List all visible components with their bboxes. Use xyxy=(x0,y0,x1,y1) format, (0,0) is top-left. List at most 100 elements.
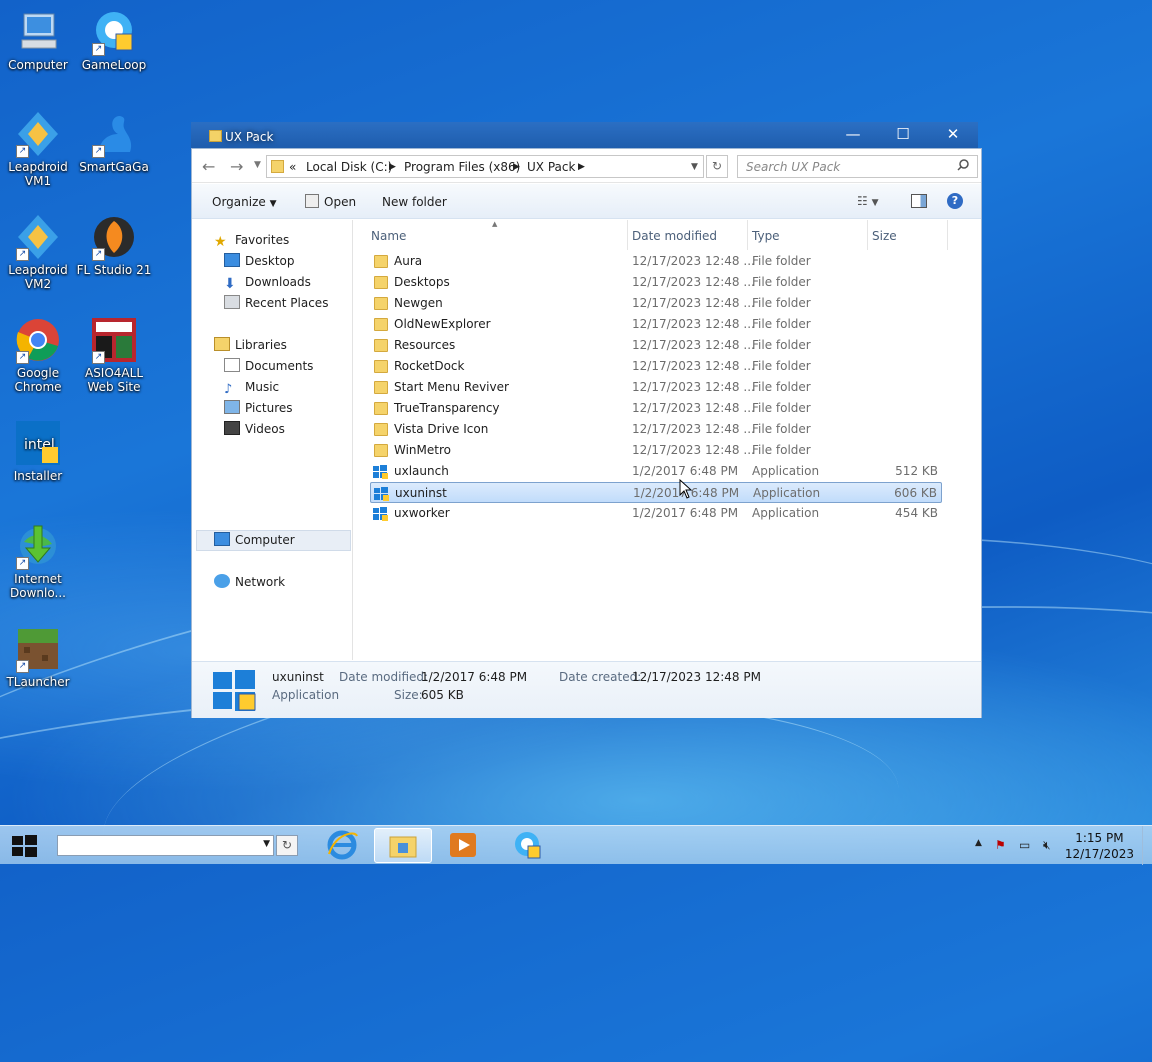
nav-videos[interactable]: Videos xyxy=(224,419,285,439)
desktop-icon-leapdroid-vm1[interactable]: ↗ Leapdroid VM1 xyxy=(0,110,76,188)
nav-documents[interactable]: Documents xyxy=(224,356,313,376)
folder-icon xyxy=(374,276,388,289)
maximize-button[interactable]: ☐ xyxy=(881,124,925,146)
breadcrumb-separator-icon[interactable]: ▶ xyxy=(578,162,585,172)
file-row[interactable]: Desktops 12/17/2023 12:48 ... File folder xyxy=(370,272,942,293)
file-type: File folder xyxy=(752,422,811,436)
address-dropdown-chevron-icon[interactable]: ▼ xyxy=(691,162,698,172)
nav-downloads[interactable]: ⬇ Downloads xyxy=(224,272,311,292)
taskbar-file-explorer[interactable] xyxy=(374,828,432,863)
recent-pages-chevron-icon[interactable]: ▼ xyxy=(254,160,261,170)
desktop-icon-asio4all[interactable]: ↗ ASIO4ALL Web Site xyxy=(76,316,152,394)
file-row[interactable]: uxworker 1/2/2017 6:48 PM Application 454 K… xyxy=(370,503,942,524)
file-row[interactable]: Newgen 12/17/2023 12:48 ... File folder xyxy=(370,293,942,314)
back-button[interactable]: ← xyxy=(202,157,215,176)
file-row[interactable]: Resources 12/17/2023 12:48 ... File folder xyxy=(370,335,942,356)
folder-icon xyxy=(374,318,388,331)
network-tray-icon[interactable]: ▭ xyxy=(1019,838,1030,852)
breadcrumb-local-disk[interactable]: Local Disk (C:) xyxy=(306,160,392,174)
open-button[interactable]: Open xyxy=(324,195,356,209)
file-row[interactable]: OldNewExplorer 12/17/2023 12:48 ... File f… xyxy=(370,314,942,335)
system-clock[interactable]: 1:15 PM 12/17/2023 xyxy=(1065,830,1134,862)
volume-muted-icon[interactable]: 🔇︎ xyxy=(1043,838,1051,853)
nav-computer[interactable]: Computer xyxy=(214,530,295,550)
fl-studio-icon: ↗ xyxy=(90,213,138,261)
column-divider[interactable] xyxy=(947,220,948,250)
action-center-flag-icon[interactable]: ⚑ xyxy=(995,838,1006,852)
desktop-icon-label: SmartGaGa xyxy=(79,160,149,174)
file-row[interactable]: uxuninst 1/2/2017 6:48 PM Application 606 K… xyxy=(370,482,942,503)
taskbar-media-player[interactable] xyxy=(434,828,492,863)
show-hidden-icons-chevron-icon[interactable]: ▲ xyxy=(975,838,982,848)
minimize-button[interactable]: — xyxy=(831,124,875,146)
file-row[interactable]: Start Menu Reviver 12/17/2023 12:48 ... Fi… xyxy=(370,377,942,398)
details-file-name: uxuninst xyxy=(272,670,324,684)
file-size: 606 KB xyxy=(894,486,937,500)
breadcrumb-ux-pack[interactable]: UX Pack xyxy=(527,160,575,174)
desktop-icon-fl-studio[interactable]: ↗ FL Studio 21 xyxy=(76,213,152,277)
taskbar-refresh-button[interactable]: ↻ xyxy=(276,835,298,856)
open-icon xyxy=(305,194,319,208)
search-input[interactable]: Search UX Pack xyxy=(737,155,978,178)
desktop-icon-leapdroid-vm2[interactable]: ↗ Leapdroid VM2 xyxy=(0,213,76,291)
file-row[interactable]: Aura 12/17/2023 12:48 ... File folder xyxy=(370,251,942,272)
file-row[interactable]: WinMetro 12/17/2023 12:48 ... File folder xyxy=(370,440,942,461)
nav-favorites[interactable]: ★ Favorites xyxy=(214,230,289,250)
help-icon[interactable]: ? xyxy=(947,193,963,209)
breadcrumb[interactable]: « Local Disk (C:) ▶ Program Files (x86) … xyxy=(266,155,704,178)
column-header-name[interactable]: Name xyxy=(371,229,406,243)
taskbar-gameloop[interactable] xyxy=(498,828,556,863)
file-row[interactable]: uxlaunch 1/2/2017 6:48 PM Application 512 K… xyxy=(370,461,942,482)
organize-button[interactable]: Organize ▼ xyxy=(212,195,277,209)
nav-recent-places[interactable]: Recent Places xyxy=(224,293,328,313)
column-header-date[interactable]: Date modified xyxy=(632,229,717,243)
desktop-icon-gameloop[interactable]: ↗ GameLoop xyxy=(76,8,152,72)
taskbar-address-input[interactable]: ▼ xyxy=(57,835,274,856)
file-type: Application xyxy=(752,464,820,478)
gameloop-icon xyxy=(515,832,541,859)
forward-button[interactable]: → xyxy=(230,157,243,176)
desktop-icon-installer[interactable]: intel Installer xyxy=(0,419,76,483)
breadcrumb-overflow[interactable]: « xyxy=(289,160,296,174)
view-options-icon[interactable]: ☷ ▼ xyxy=(857,194,879,208)
new-folder-button[interactable]: New folder xyxy=(382,195,447,209)
chevron-down-icon[interactable]: ▼ xyxy=(263,839,270,849)
column-divider[interactable] xyxy=(627,220,628,250)
navigation-pane: ★ Favorites Desktop ⬇ Downloads Recent Pla… xyxy=(192,220,353,660)
column-divider[interactable] xyxy=(867,220,868,250)
breadcrumb-separator-icon[interactable]: ▶ xyxy=(389,162,396,172)
file-row[interactable]: RocketDock 12/17/2023 12:48 ... File folde… xyxy=(370,356,942,377)
preview-pane-icon[interactable] xyxy=(911,194,927,208)
nav-network[interactable]: Network xyxy=(214,572,285,592)
desktop-icon-computer[interactable]: Computer xyxy=(0,8,76,72)
desktop-icon-smartgaga[interactable]: ↗ SmartGaGa xyxy=(76,110,152,174)
breadcrumb-separator-icon[interactable]: ▶ xyxy=(513,162,520,172)
show-desktop-button[interactable] xyxy=(1142,826,1152,865)
shortcut-arrow-icon: ↗ xyxy=(92,351,105,364)
file-row[interactable]: TrueTransparency 12/17/2023 12:48 ... File… xyxy=(370,398,942,419)
file-row[interactable]: Vista Drive Icon 12/17/2023 12:48 ... File… xyxy=(370,419,942,440)
breadcrumb-program-files[interactable]: Program Files (x86) xyxy=(404,160,520,174)
start-button[interactable] xyxy=(8,833,40,859)
application-icon xyxy=(374,487,389,501)
file-date-modified: 1/2/2017 6:48 PM xyxy=(632,506,739,520)
close-button[interactable]: ✕ xyxy=(931,124,975,146)
desktop-icon-chrome[interactable]: ↗ Google Chrome xyxy=(0,316,76,394)
nav-libraries[interactable]: Libraries xyxy=(214,335,287,355)
file-size: 512 KB xyxy=(895,464,938,478)
file-type: File folder xyxy=(752,254,811,268)
desktop-icon-label: GameLoop xyxy=(81,58,147,72)
taskbar-internet-explorer[interactable] xyxy=(313,828,371,863)
nav-desktop[interactable]: Desktop xyxy=(224,251,295,271)
file-type: File folder xyxy=(752,317,811,331)
column-divider[interactable] xyxy=(747,220,748,250)
refresh-button[interactable]: ↻ xyxy=(706,155,728,178)
column-header-type[interactable]: Type xyxy=(752,229,780,243)
clock-date: 12/17/2023 xyxy=(1064,847,1134,861)
desktop-icon-tlauncher[interactable]: ↗ TLauncher xyxy=(0,625,76,689)
desktop-icon-idm[interactable]: ↗ Internet Downlo... xyxy=(0,522,76,600)
file-date-modified: 12/17/2023 12:48 ... xyxy=(632,317,755,331)
nav-pictures[interactable]: Pictures xyxy=(224,398,293,418)
column-header-size[interactable]: Size xyxy=(872,229,897,243)
nav-music[interactable]: ♪ Music xyxy=(224,377,279,397)
